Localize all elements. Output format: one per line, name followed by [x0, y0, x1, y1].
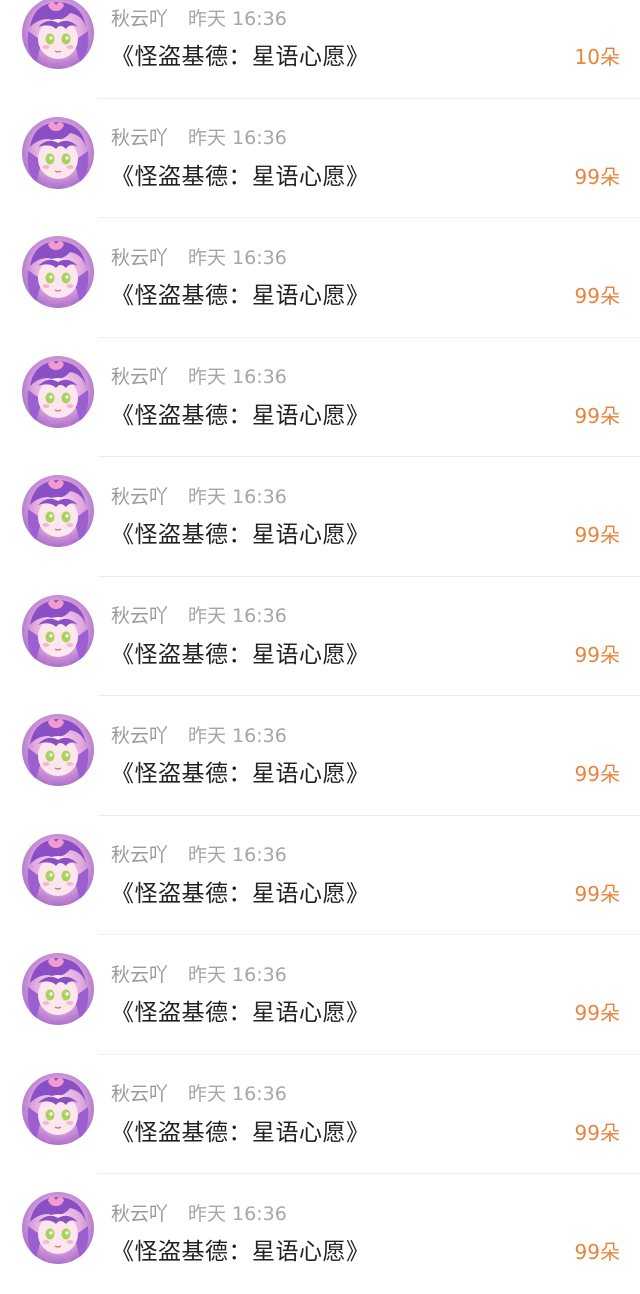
- gift-count: 99朵: [574, 1240, 620, 1264]
- user-name[interactable]: 秋云吖: [111, 243, 168, 270]
- item-title: 《怪盗基德：星语心愿》: [111, 880, 370, 907]
- avatar-icon[interactable]: [22, 116, 94, 189]
- list-item[interactable]: 秋云吖 昨天 16:36 《怪盗基德：星语心愿》 99朵: [0, 696, 640, 816]
- gift-count: 99朵: [574, 642, 620, 667]
- item-title: 《怪盗基德：星语心愿》: [111, 44, 370, 70]
- item-meta: 秋云吖 昨天 16:36: [111, 124, 287, 150]
- list-item[interactable]: 秋云吖 昨天 16:36 《怪盗基德：星语心愿》 99朵: [0, 935, 640, 1055]
- list-item[interactable]: 秋云吖 昨天 16:36 《怪盗基德：星语心愿》 99朵: [0, 576, 640, 696]
- timestamp: 昨天 16:36: [188, 485, 287, 508]
- list-item[interactable]: 秋云吖 昨天 16:36 《怪盗基德：星语心愿》 99朵: [0, 337, 640, 457]
- timestamp: 昨天 16:36: [188, 127, 287, 149]
- avatar-icon[interactable]: [22, 1072, 94, 1145]
- item-title: 《怪盗基德：星语心愿》: [111, 163, 370, 190]
- item-title: 《怪盗基德：星语心愿》: [111, 522, 370, 548]
- avatar-icon[interactable]: [22, 714, 94, 786]
- item-meta: 秋云吖 昨天 16:36: [111, 721, 287, 747]
- user-name[interactable]: 秋云吖: [111, 1079, 168, 1106]
- user-name[interactable]: 秋云吖: [111, 840, 168, 867]
- avatar-icon[interactable]: [22, 953, 94, 1025]
- user-name[interactable]: 秋云吖: [111, 960, 168, 987]
- user-name[interactable]: 秋云吖: [111, 4, 168, 31]
- user-name[interactable]: 秋云吖: [111, 721, 168, 748]
- item-title: 《怪盗基德：星语心愿》: [111, 1119, 370, 1146]
- gift-count: 99朵: [574, 762, 620, 786]
- item-title: 《怪盗基德：星语心愿》: [111, 761, 370, 787]
- avatar-icon[interactable]: [22, 236, 94, 308]
- gift-count: 99朵: [574, 881, 620, 906]
- timestamp: 昨天 16:36: [188, 963, 287, 986]
- gift-count: 10朵: [574, 45, 620, 69]
- user-name[interactable]: 秋云吖: [111, 601, 168, 628]
- item-title: 《怪盗基德：星语心愿》: [111, 283, 370, 309]
- avatar-icon[interactable]: [22, 594, 94, 667]
- gift-count: 99朵: [574, 1120, 620, 1145]
- item-title: 《怪盗基德：星语心愿》: [111, 402, 370, 429]
- item-meta: 秋云吖 昨天 16:36: [111, 363, 287, 389]
- avatar-icon[interactable]: [22, 1192, 94, 1264]
- avatar-icon[interactable]: [22, 475, 94, 547]
- list-item[interactable]: 秋云吖 昨天 16:36 《怪盗基德：星语心愿》 99朵: [0, 218, 640, 338]
- timestamp: 昨天 16:36: [188, 246, 287, 269]
- list-item[interactable]: 秋云吖 昨天 16:36 《怪盗基德：星语心愿》 99朵: [0, 1054, 640, 1174]
- item-title: 《怪盗基德：星语心愿》: [111, 1239, 370, 1265]
- user-name[interactable]: 秋云吖: [111, 123, 168, 150]
- item-title: 《怪盗基德：星语心愿》: [111, 1000, 370, 1026]
- item-meta: 秋云吖 昨天 16:36: [111, 4, 287, 30]
- user-name[interactable]: 秋云吖: [111, 482, 168, 509]
- item-meta: 秋云吖 昨天 16:36: [111, 482, 287, 508]
- list-item[interactable]: 秋云吖 昨天 16:36 《怪盗基德：星语心愿》 99朵: [0, 457, 640, 577]
- avatar-icon[interactable]: [22, 355, 94, 428]
- list-item[interactable]: 秋云吖 昨天 16:36 《怪盗基德：星语心愿》 99朵: [0, 815, 640, 935]
- timestamp: 昨天 16:36: [188, 724, 287, 747]
- timestamp: 昨天 16:36: [188, 844, 287, 866]
- timestamp: 昨天 16:36: [188, 1083, 287, 1105]
- item-meta: 秋云吖 昨天 16:36: [111, 1199, 287, 1225]
- item-meta: 秋云吖 昨天 16:36: [111, 602, 287, 628]
- list-item[interactable]: 秋云吖 昨天 16:36 《怪盗基德：星语心愿》 10朵: [0, 0, 640, 99]
- gift-count: 99朵: [574, 284, 620, 308]
- gift-count: 99朵: [574, 403, 620, 428]
- avatar-icon[interactable]: [22, 0, 94, 69]
- list-item[interactable]: 秋云吖 昨天 16:36 《怪盗基德：星语心愿》 99朵: [0, 1174, 640, 1294]
- timestamp: 昨天 16:36: [188, 366, 287, 388]
- item-title: 《怪盗基德：星语心愿》: [111, 641, 370, 668]
- item-meta: 秋云吖 昨天 16:36: [111, 841, 287, 867]
- gift-record-list: 秋云吖 昨天 16:36 《怪盗基德：星语心愿》 10朵 秋云吖 昨天 16:3…: [0, 0, 640, 1294]
- user-name[interactable]: 秋云吖: [111, 362, 168, 389]
- timestamp: 昨天 16:36: [188, 1202, 287, 1225]
- timestamp: 昨天 16:36: [188, 7, 287, 30]
- timestamp: 昨天 16:36: [188, 605, 287, 627]
- user-name[interactable]: 秋云吖: [111, 1199, 168, 1226]
- item-meta: 秋云吖 昨天 16:36: [111, 243, 287, 269]
- item-meta: 秋云吖 昨天 16:36: [111, 1080, 287, 1106]
- gift-count: 99朵: [574, 523, 620, 547]
- avatar-icon[interactable]: [22, 833, 94, 906]
- list-item[interactable]: 秋云吖 昨天 16:36 《怪盗基德：星语心愿》 99朵: [0, 98, 640, 218]
- item-meta: 秋云吖 昨天 16:36: [111, 960, 287, 986]
- gift-count: 99朵: [574, 1001, 620, 1025]
- gift-count: 99朵: [574, 164, 620, 189]
